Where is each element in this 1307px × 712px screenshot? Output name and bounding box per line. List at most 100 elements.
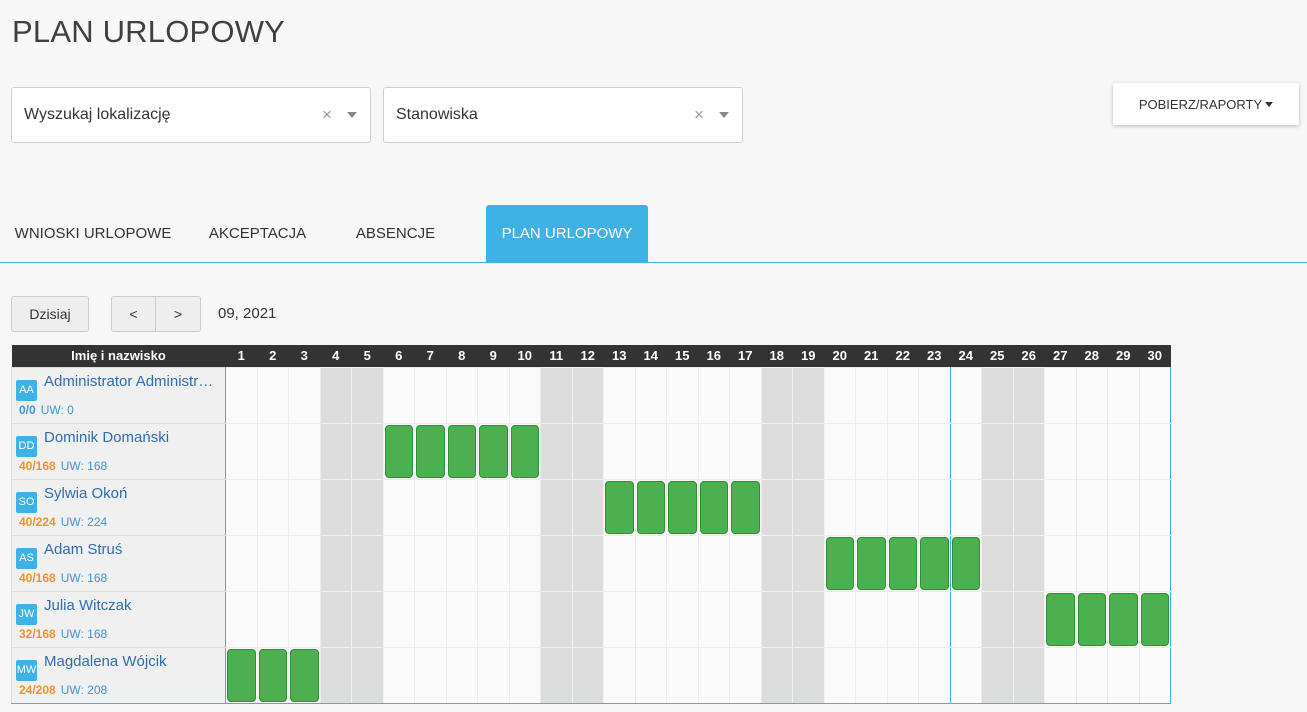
tab-absencje[interactable]: ABSENCJE xyxy=(329,205,462,262)
day-cell[interactable] xyxy=(256,646,289,704)
day-cell[interactable] xyxy=(886,646,919,704)
day-cell[interactable] xyxy=(477,646,510,704)
day-cell[interactable] xyxy=(823,646,856,704)
leave-block[interactable] xyxy=(605,480,634,534)
day-cell[interactable] xyxy=(760,366,793,424)
day-cell[interactable] xyxy=(792,478,825,536)
day-cell[interactable] xyxy=(918,590,951,648)
leave-block[interactable] xyxy=(258,648,287,702)
day-cell[interactable] xyxy=(414,646,447,704)
day-cell[interactable] xyxy=(288,422,321,480)
day-cell[interactable] xyxy=(508,366,541,424)
day-cell[interactable] xyxy=(256,534,289,592)
day-cell[interactable] xyxy=(949,478,982,536)
day-cell[interactable] xyxy=(792,534,825,592)
day-cell[interactable] xyxy=(855,534,888,592)
leave-block[interactable] xyxy=(857,536,886,590)
day-cell[interactable] xyxy=(1138,646,1171,704)
day-cell[interactable] xyxy=(855,366,888,424)
day-cell[interactable] xyxy=(288,478,321,536)
employee-name[interactable]: Dominik Domański xyxy=(44,429,219,446)
day-cell[interactable] xyxy=(319,422,352,480)
day-cell[interactable] xyxy=(1012,422,1045,480)
day-cell[interactable] xyxy=(225,478,258,536)
day-cell[interactable] xyxy=(540,478,573,536)
day-cell[interactable] xyxy=(225,590,258,648)
day-cell[interactable] xyxy=(445,646,478,704)
day-cell[interactable] xyxy=(981,646,1014,704)
day-cell[interactable] xyxy=(949,590,982,648)
day-cell[interactable] xyxy=(603,534,636,592)
day-cell[interactable] xyxy=(603,590,636,648)
chevron-down-icon[interactable] xyxy=(719,112,729,118)
day-cell[interactable] xyxy=(382,422,415,480)
day-cell[interactable] xyxy=(571,422,604,480)
day-cell[interactable] xyxy=(886,366,919,424)
day-cell[interactable] xyxy=(445,590,478,648)
day-cell[interactable] xyxy=(1075,478,1108,536)
leave-block[interactable] xyxy=(731,480,760,534)
clear-icon[interactable]: × xyxy=(317,105,337,125)
day-cell[interactable] xyxy=(351,422,384,480)
day-cell[interactable] xyxy=(319,534,352,592)
day-cell[interactable] xyxy=(1138,590,1171,648)
day-cell[interactable] xyxy=(634,646,667,704)
day-cell[interactable] xyxy=(288,366,321,424)
tab-akceptacja[interactable]: AKCEPTACJA xyxy=(186,205,329,262)
day-cell[interactable] xyxy=(1107,590,1140,648)
day-cell[interactable] xyxy=(855,590,888,648)
day-cell[interactable] xyxy=(1044,534,1077,592)
leave-block[interactable] xyxy=(447,424,476,478)
day-cell[interactable] xyxy=(760,422,793,480)
day-cell[interactable] xyxy=(1012,478,1045,536)
day-cell[interactable] xyxy=(351,478,384,536)
employee-name[interactable]: Magdalena Wójcik xyxy=(44,653,219,670)
leave-block[interactable] xyxy=(825,536,854,590)
day-cell[interactable] xyxy=(540,534,573,592)
tab-wnioski-urlopowe[interactable]: WNIOSKI URLOPOWE xyxy=(0,205,186,262)
day-cell[interactable] xyxy=(697,646,730,704)
day-cell[interactable] xyxy=(760,646,793,704)
day-cell[interactable] xyxy=(697,478,730,536)
day-cell[interactable] xyxy=(792,646,825,704)
day-cell[interactable] xyxy=(981,422,1014,480)
day-cell[interactable] xyxy=(729,366,762,424)
day-cell[interactable] xyxy=(540,590,573,648)
day-cell[interactable] xyxy=(414,534,447,592)
day-cell[interactable] xyxy=(477,534,510,592)
day-cell[interactable] xyxy=(256,422,289,480)
day-cell[interactable] xyxy=(288,534,321,592)
leave-block[interactable] xyxy=(290,648,319,702)
day-cell[interactable] xyxy=(981,478,1014,536)
day-cell[interactable] xyxy=(1044,422,1077,480)
day-cell[interactable] xyxy=(1138,366,1171,424)
day-cell[interactable] xyxy=(1044,366,1077,424)
reports-button[interactable]: POBIERZ/RAPORTY xyxy=(1113,83,1299,125)
day-cell[interactable] xyxy=(225,366,258,424)
employee-name[interactable]: Administrator Administrator xyxy=(44,373,219,390)
day-cell[interactable] xyxy=(697,534,730,592)
day-cell[interactable] xyxy=(571,478,604,536)
day-cell[interactable] xyxy=(256,366,289,424)
day-cell[interactable] xyxy=(729,478,762,536)
day-cell[interactable] xyxy=(823,534,856,592)
day-cell[interactable] xyxy=(603,366,636,424)
today-button[interactable]: Dzisiaj xyxy=(11,296,89,332)
day-cell[interactable] xyxy=(508,422,541,480)
day-cell[interactable] xyxy=(288,590,321,648)
day-cell[interactable] xyxy=(1044,646,1077,704)
day-cell[interactable] xyxy=(697,422,730,480)
day-cell[interactable] xyxy=(414,422,447,480)
day-cell[interactable] xyxy=(477,366,510,424)
day-cell[interactable] xyxy=(886,422,919,480)
day-cell[interactable] xyxy=(477,478,510,536)
day-cell[interactable] xyxy=(319,478,352,536)
day-cell[interactable] xyxy=(918,422,951,480)
day-cell[interactable] xyxy=(634,366,667,424)
day-cell[interactable] xyxy=(477,590,510,648)
next-month-button[interactable]: > xyxy=(155,296,201,332)
leave-block[interactable] xyxy=(384,424,413,478)
day-cell[interactable] xyxy=(571,534,604,592)
day-cell[interactable] xyxy=(603,646,636,704)
day-cell[interactable] xyxy=(1138,478,1171,536)
